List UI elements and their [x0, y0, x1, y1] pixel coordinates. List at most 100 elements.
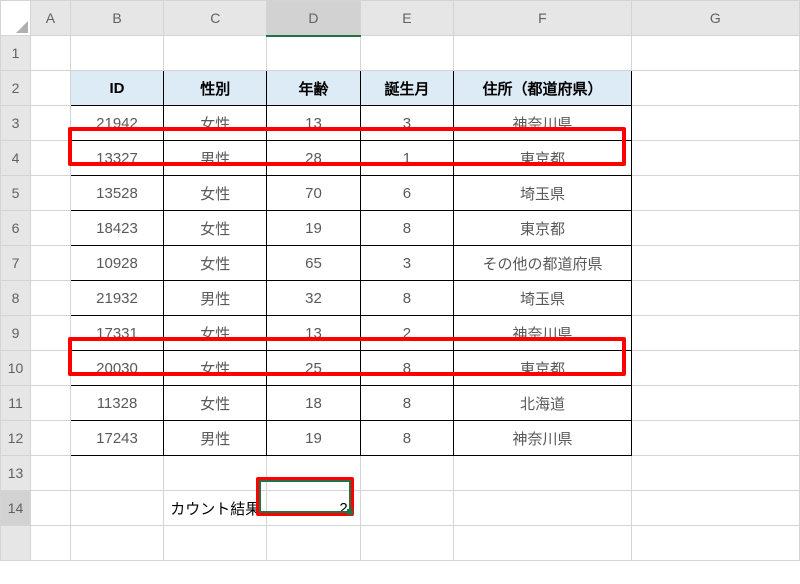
cell-A9[interactable]: [30, 316, 70, 351]
column-header-D[interactable]: D: [267, 1, 360, 36]
cell-E5[interactable]: 6: [360, 176, 454, 211]
row-header-9[interactable]: 9: [1, 316, 31, 351]
column-header-F[interactable]: F: [454, 1, 631, 36]
cell-D12[interactable]: 19: [267, 421, 360, 456]
cell-E4[interactable]: 1: [360, 141, 454, 176]
select-all-corner[interactable]: [1, 1, 31, 36]
cell-E7[interactable]: 3: [360, 246, 454, 281]
cell-C11[interactable]: 女性: [164, 386, 267, 421]
cell-G2[interactable]: [631, 71, 799, 106]
cell-A5[interactable]: [30, 176, 70, 211]
cell-C13[interactable]: [164, 456, 267, 491]
row-header-15[interactable]: [1, 526, 31, 561]
cell-B2[interactable]: ID: [70, 71, 164, 106]
cell-C8[interactable]: 男性: [164, 281, 267, 316]
cell-D14[interactable]: 2: [267, 491, 360, 526]
cell-E13[interactable]: [360, 456, 454, 491]
column-header-C[interactable]: C: [164, 1, 267, 36]
cell-C4[interactable]: 男性: [164, 141, 267, 176]
column-header-B[interactable]: B: [70, 1, 164, 36]
row-header-7[interactable]: 7: [1, 246, 31, 281]
cell-A11[interactable]: [30, 386, 70, 421]
cell-B15[interactable]: [70, 526, 164, 561]
cell-A13[interactable]: [30, 456, 70, 491]
cell-D11[interactable]: 18: [267, 386, 360, 421]
cell-E6[interactable]: 8: [360, 211, 454, 246]
cell-C5[interactable]: 女性: [164, 176, 267, 211]
cell-A14[interactable]: [30, 491, 70, 526]
cell-C6[interactable]: 女性: [164, 211, 267, 246]
cell-C2[interactable]: 性別: [164, 71, 267, 106]
cell-B4[interactable]: 13327: [70, 141, 164, 176]
cell-B8[interactable]: 21932: [70, 281, 164, 316]
cell-F9[interactable]: 神奈川県: [454, 316, 631, 351]
cell-D7[interactable]: 65: [267, 246, 360, 281]
cell-E10[interactable]: 8: [360, 351, 454, 386]
cell-D1[interactable]: [267, 36, 360, 71]
cell-F5[interactable]: 埼玉県: [454, 176, 631, 211]
cell-D9[interactable]: 13: [267, 316, 360, 351]
cell-G8[interactable]: [631, 281, 799, 316]
cell-G14[interactable]: [631, 491, 799, 526]
cell-E12[interactable]: 8: [360, 421, 454, 456]
row-header-5[interactable]: 5: [1, 176, 31, 211]
cell-F4[interactable]: 東京都: [454, 141, 631, 176]
cell-G3[interactable]: [631, 106, 799, 141]
row-header-10[interactable]: 10: [1, 351, 31, 386]
cell-F14[interactable]: [454, 491, 631, 526]
row-header-4[interactable]: 4: [1, 141, 31, 176]
cell-F12[interactable]: 神奈川県: [454, 421, 631, 456]
cell-E15[interactable]: [360, 526, 454, 561]
cell-A1[interactable]: [30, 36, 70, 71]
cell-B10[interactable]: 20030: [70, 351, 164, 386]
cell-E11[interactable]: 8: [360, 386, 454, 421]
cell-E14[interactable]: [360, 491, 454, 526]
cell-E1[interactable]: [360, 36, 454, 71]
cell-A4[interactable]: [30, 141, 70, 176]
column-header-E[interactable]: E: [360, 1, 454, 36]
cell-D15[interactable]: [267, 526, 360, 561]
cell-C9[interactable]: 女性: [164, 316, 267, 351]
cell-B7[interactable]: 10928: [70, 246, 164, 281]
cell-F1[interactable]: [454, 36, 631, 71]
cell-C1[interactable]: [164, 36, 267, 71]
cell-G9[interactable]: [631, 316, 799, 351]
cell-G4[interactable]: [631, 141, 799, 176]
row-header-3[interactable]: 3: [1, 106, 31, 141]
cell-E8[interactable]: 8: [360, 281, 454, 316]
cell-A6[interactable]: [30, 211, 70, 246]
cell-G1[interactable]: [631, 36, 799, 71]
row-header-1[interactable]: 1: [1, 36, 31, 71]
column-header-G[interactable]: G: [631, 1, 799, 36]
row-header-13[interactable]: 13: [1, 456, 31, 491]
cell-D8[interactable]: 32: [267, 281, 360, 316]
cell-D3[interactable]: 13: [267, 106, 360, 141]
cell-F15[interactable]: [454, 526, 631, 561]
row-header-14[interactable]: 14: [1, 491, 31, 526]
cell-C14[interactable]: カウント結果: [164, 491, 267, 526]
cell-A12[interactable]: [30, 421, 70, 456]
cell-B9[interactable]: 17331: [70, 316, 164, 351]
cell-F10[interactable]: 東京都: [454, 351, 631, 386]
row-header-11[interactable]: 11: [1, 386, 31, 421]
cell-B1[interactable]: [70, 36, 164, 71]
cell-C3[interactable]: 女性: [164, 106, 267, 141]
cell-G11[interactable]: [631, 386, 799, 421]
cell-F11[interactable]: 北海道: [454, 386, 631, 421]
cell-B14[interactable]: [70, 491, 164, 526]
cell-E3[interactable]: 3: [360, 106, 454, 141]
cell-G15[interactable]: [631, 526, 799, 561]
cell-B5[interactable]: 13528: [70, 176, 164, 211]
cell-E2[interactable]: 誕生月: [360, 71, 454, 106]
cell-A3[interactable]: [30, 106, 70, 141]
cell-G13[interactable]: [631, 456, 799, 491]
cell-G5[interactable]: [631, 176, 799, 211]
column-header-A[interactable]: A: [30, 1, 70, 36]
cell-A15[interactable]: [30, 526, 70, 561]
row-header-8[interactable]: 8: [1, 281, 31, 316]
cell-D6[interactable]: 19: [267, 211, 360, 246]
cell-D4[interactable]: 28: [267, 141, 360, 176]
cell-D10[interactable]: 25: [267, 351, 360, 386]
cell-F8[interactable]: 埼玉県: [454, 281, 631, 316]
row-header-12[interactable]: 12: [1, 421, 31, 456]
